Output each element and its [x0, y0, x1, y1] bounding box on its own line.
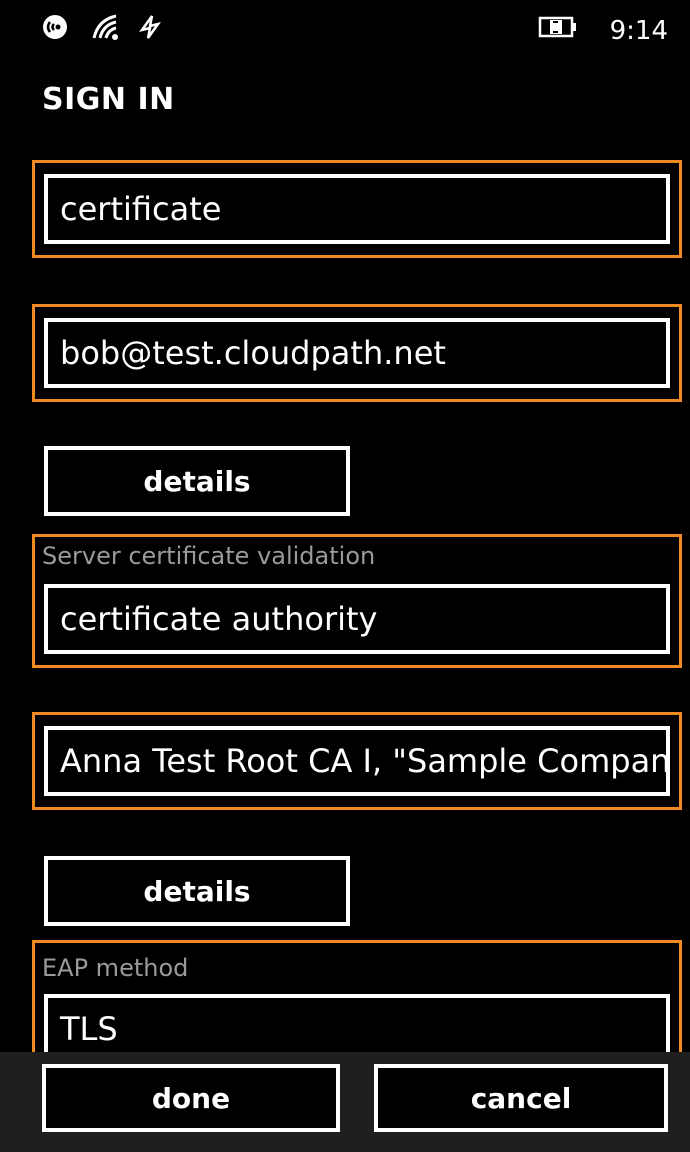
done-button[interactable]: done	[42, 1064, 340, 1132]
ca-select[interactable]: Anna Test Root CA I, "Sample Company"	[44, 726, 670, 796]
server-validation-label: Server certificate validation	[42, 542, 376, 570]
server-validation-select[interactable]: certificate authority	[44, 584, 670, 654]
cancel-button[interactable]: cancel	[374, 1064, 668, 1132]
username-field[interactable]: certificate	[44, 174, 670, 244]
eap-method-label: EAP method	[42, 954, 189, 982]
data-sync-icon	[136, 12, 164, 50]
battery-charging-icon	[538, 12, 580, 50]
details-button-2[interactable]: details	[44, 856, 350, 926]
nfc-icon	[40, 12, 70, 50]
app-bar: done cancel	[0, 1052, 690, 1152]
identity-field[interactable]: bob@test.cloudpath.net	[44, 318, 670, 388]
wifi-icon	[90, 12, 124, 50]
status-bar: 9:14	[0, 0, 690, 64]
status-time: 9:14	[609, 16, 668, 46]
page-title: SIGN IN	[42, 82, 175, 117]
details-button-1[interactable]: details	[44, 446, 350, 516]
